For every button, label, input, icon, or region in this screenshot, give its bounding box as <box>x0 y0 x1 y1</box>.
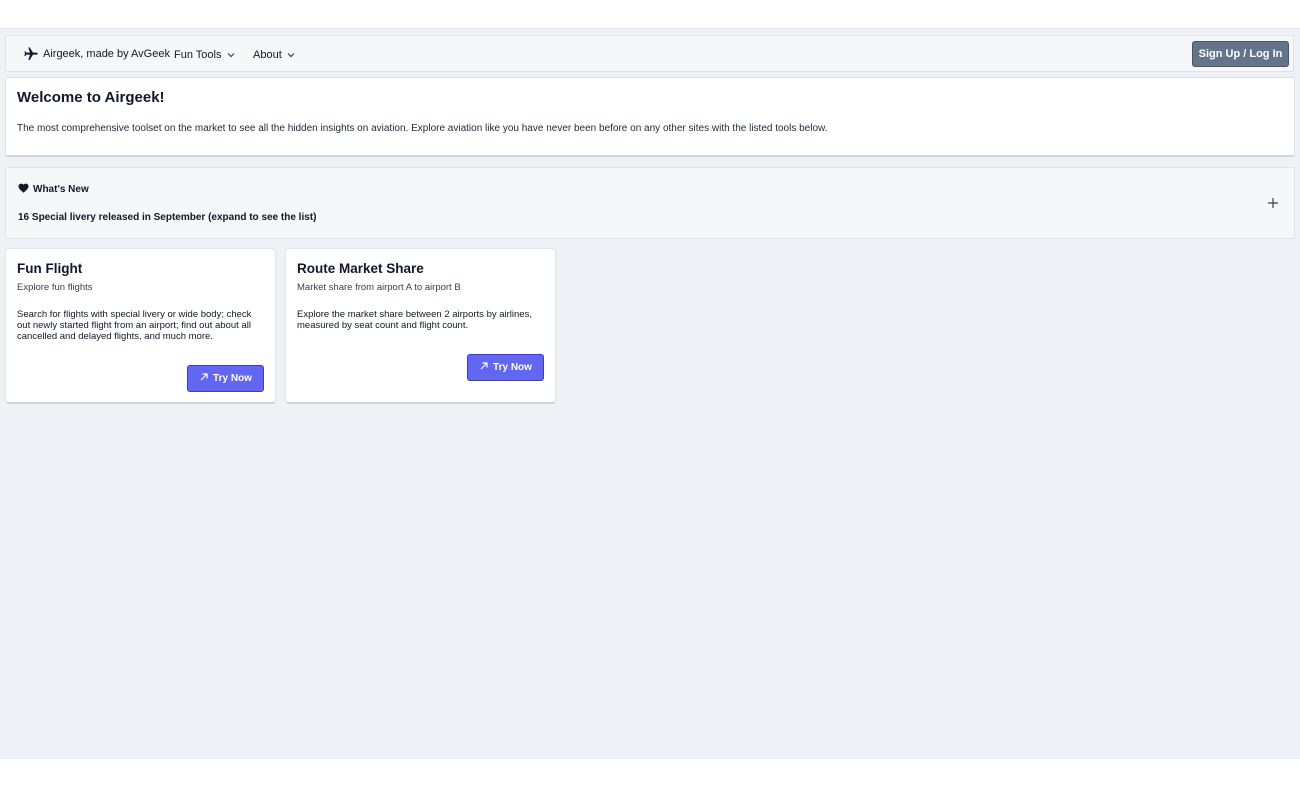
card-description: Search for flights with special livery o… <box>17 309 252 342</box>
welcome-title: Welcome to Airgeek! <box>17 89 165 106</box>
heart-icon <box>18 183 29 196</box>
about-label: About <box>253 48 282 61</box>
whats-new-header: What's New <box>18 183 89 196</box>
chevron-down-icon <box>287 49 295 61</box>
welcome-description: The most comprehensive toolset on the ma… <box>17 123 828 134</box>
about-menu[interactable]: About <box>253 48 295 61</box>
welcome-panel: Welcome to Airgeek! The most comprehensi… <box>5 77 1295 157</box>
chevron-down-icon <box>227 49 235 61</box>
arrow-up-right-icon <box>199 372 209 385</box>
card-subtitle: Market share from airport A to airport B <box>297 282 461 293</box>
fun-tools-menu[interactable]: Fun Tools <box>174 48 235 61</box>
whats-new-accordion[interactable]: What's New 16 Special livery released in… <box>5 167 1295 239</box>
airplane-icon <box>22 46 40 62</box>
plus-icon[interactable] <box>1267 196 1279 214</box>
try-now-button[interactable]: Try Now <box>467 354 544 381</box>
card-subtitle: Explore fun flights <box>17 282 93 293</box>
arrow-up-right-icon <box>479 361 489 374</box>
try-now-label: Try Now <box>213 373 252 384</box>
signup-login-button[interactable]: Sign Up / Log In <box>1192 41 1289 67</box>
brand-label: Airgeek, made by AvGeek <box>43 48 170 60</box>
top-navbar: Airgeek, made by AvGeek Fun Tools About … <box>5 35 1294 72</box>
brand-link[interactable]: Airgeek, made by AvGeek <box>22 46 170 62</box>
whats-new-title: What's New <box>33 184 89 195</box>
card-description: Explore the market share between 2 airpo… <box>297 309 532 331</box>
tool-card-route-market-share: Route Market Share Market share from air… <box>285 248 556 404</box>
try-now-label: Try Now <box>493 362 532 373</box>
try-now-button[interactable]: Try Now <box>187 365 264 392</box>
card-title: Route Market Share <box>297 261 424 276</box>
card-title: Fun Flight <box>17 261 83 276</box>
fun-tools-label: Fun Tools <box>174 48 222 61</box>
app-container: Airgeek, made by AvGeek Fun Tools About … <box>0 28 1300 759</box>
whats-new-summary: 16 Special livery released in September … <box>18 212 317 223</box>
tool-card-fun-flight: Fun Flight Explore fun flights Search fo… <box>5 248 276 404</box>
